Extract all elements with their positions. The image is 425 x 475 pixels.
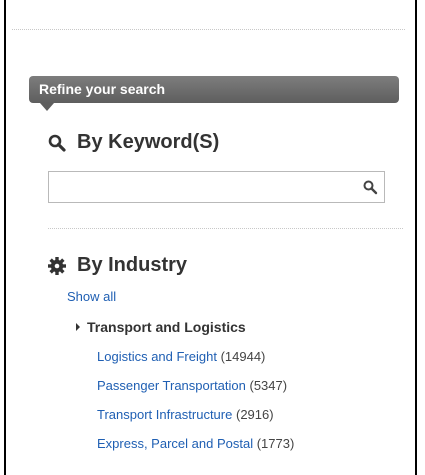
search-icon	[47, 133, 67, 153]
keyword-search-input[interactable]	[53, 176, 347, 200]
subcategory-count: (5347)	[249, 378, 288, 393]
category-label: Transport and Logistics	[87, 319, 246, 335]
subcategory-list: Logistics and Freight (14944) Passenger …	[97, 348, 294, 464]
search-icon	[363, 180, 378, 195]
section-divider	[48, 228, 403, 229]
subcategory-link[interactable]: Logistics and Freight	[97, 349, 217, 364]
subcategory-link[interactable]: Express, Parcel and Postal	[97, 436, 253, 451]
top-divider	[12, 29, 405, 30]
subcategory-link[interactable]: Transport Infrastructure	[97, 407, 232, 422]
list-item: Transport Infrastructure (2916)	[97, 406, 294, 435]
keyword-section-title: By Keyword(S)	[47, 131, 219, 154]
list-item: Express, Parcel and Postal (1773)	[97, 435, 294, 464]
industry-title-label: By Industry	[77, 254, 188, 276]
keyword-search-box	[48, 171, 385, 203]
subcategory-count: (1773)	[256, 436, 295, 451]
list-item: Passenger Transportation (5347)	[97, 377, 294, 406]
industry-section-title: By Industry	[47, 254, 187, 277]
show-all-link[interactable]: Show all	[67, 289, 116, 304]
category-transport-logistics[interactable]: Transport and Logistics	[76, 319, 246, 335]
subcategory-count: (14944)	[220, 349, 266, 364]
refine-search-header: Refine your search	[29, 76, 399, 103]
subcategory-count: (2916)	[235, 407, 274, 422]
gear-icon	[47, 256, 67, 276]
search-button[interactable]	[360, 177, 380, 197]
keyword-title-label: By Keyword(S)	[77, 131, 220, 153]
subcategory-link[interactable]: Passenger Transportation	[97, 378, 246, 393]
list-item: Logistics and Freight (14944)	[97, 348, 294, 377]
caret-right-icon	[76, 323, 80, 331]
banner-pointer	[40, 103, 54, 111]
